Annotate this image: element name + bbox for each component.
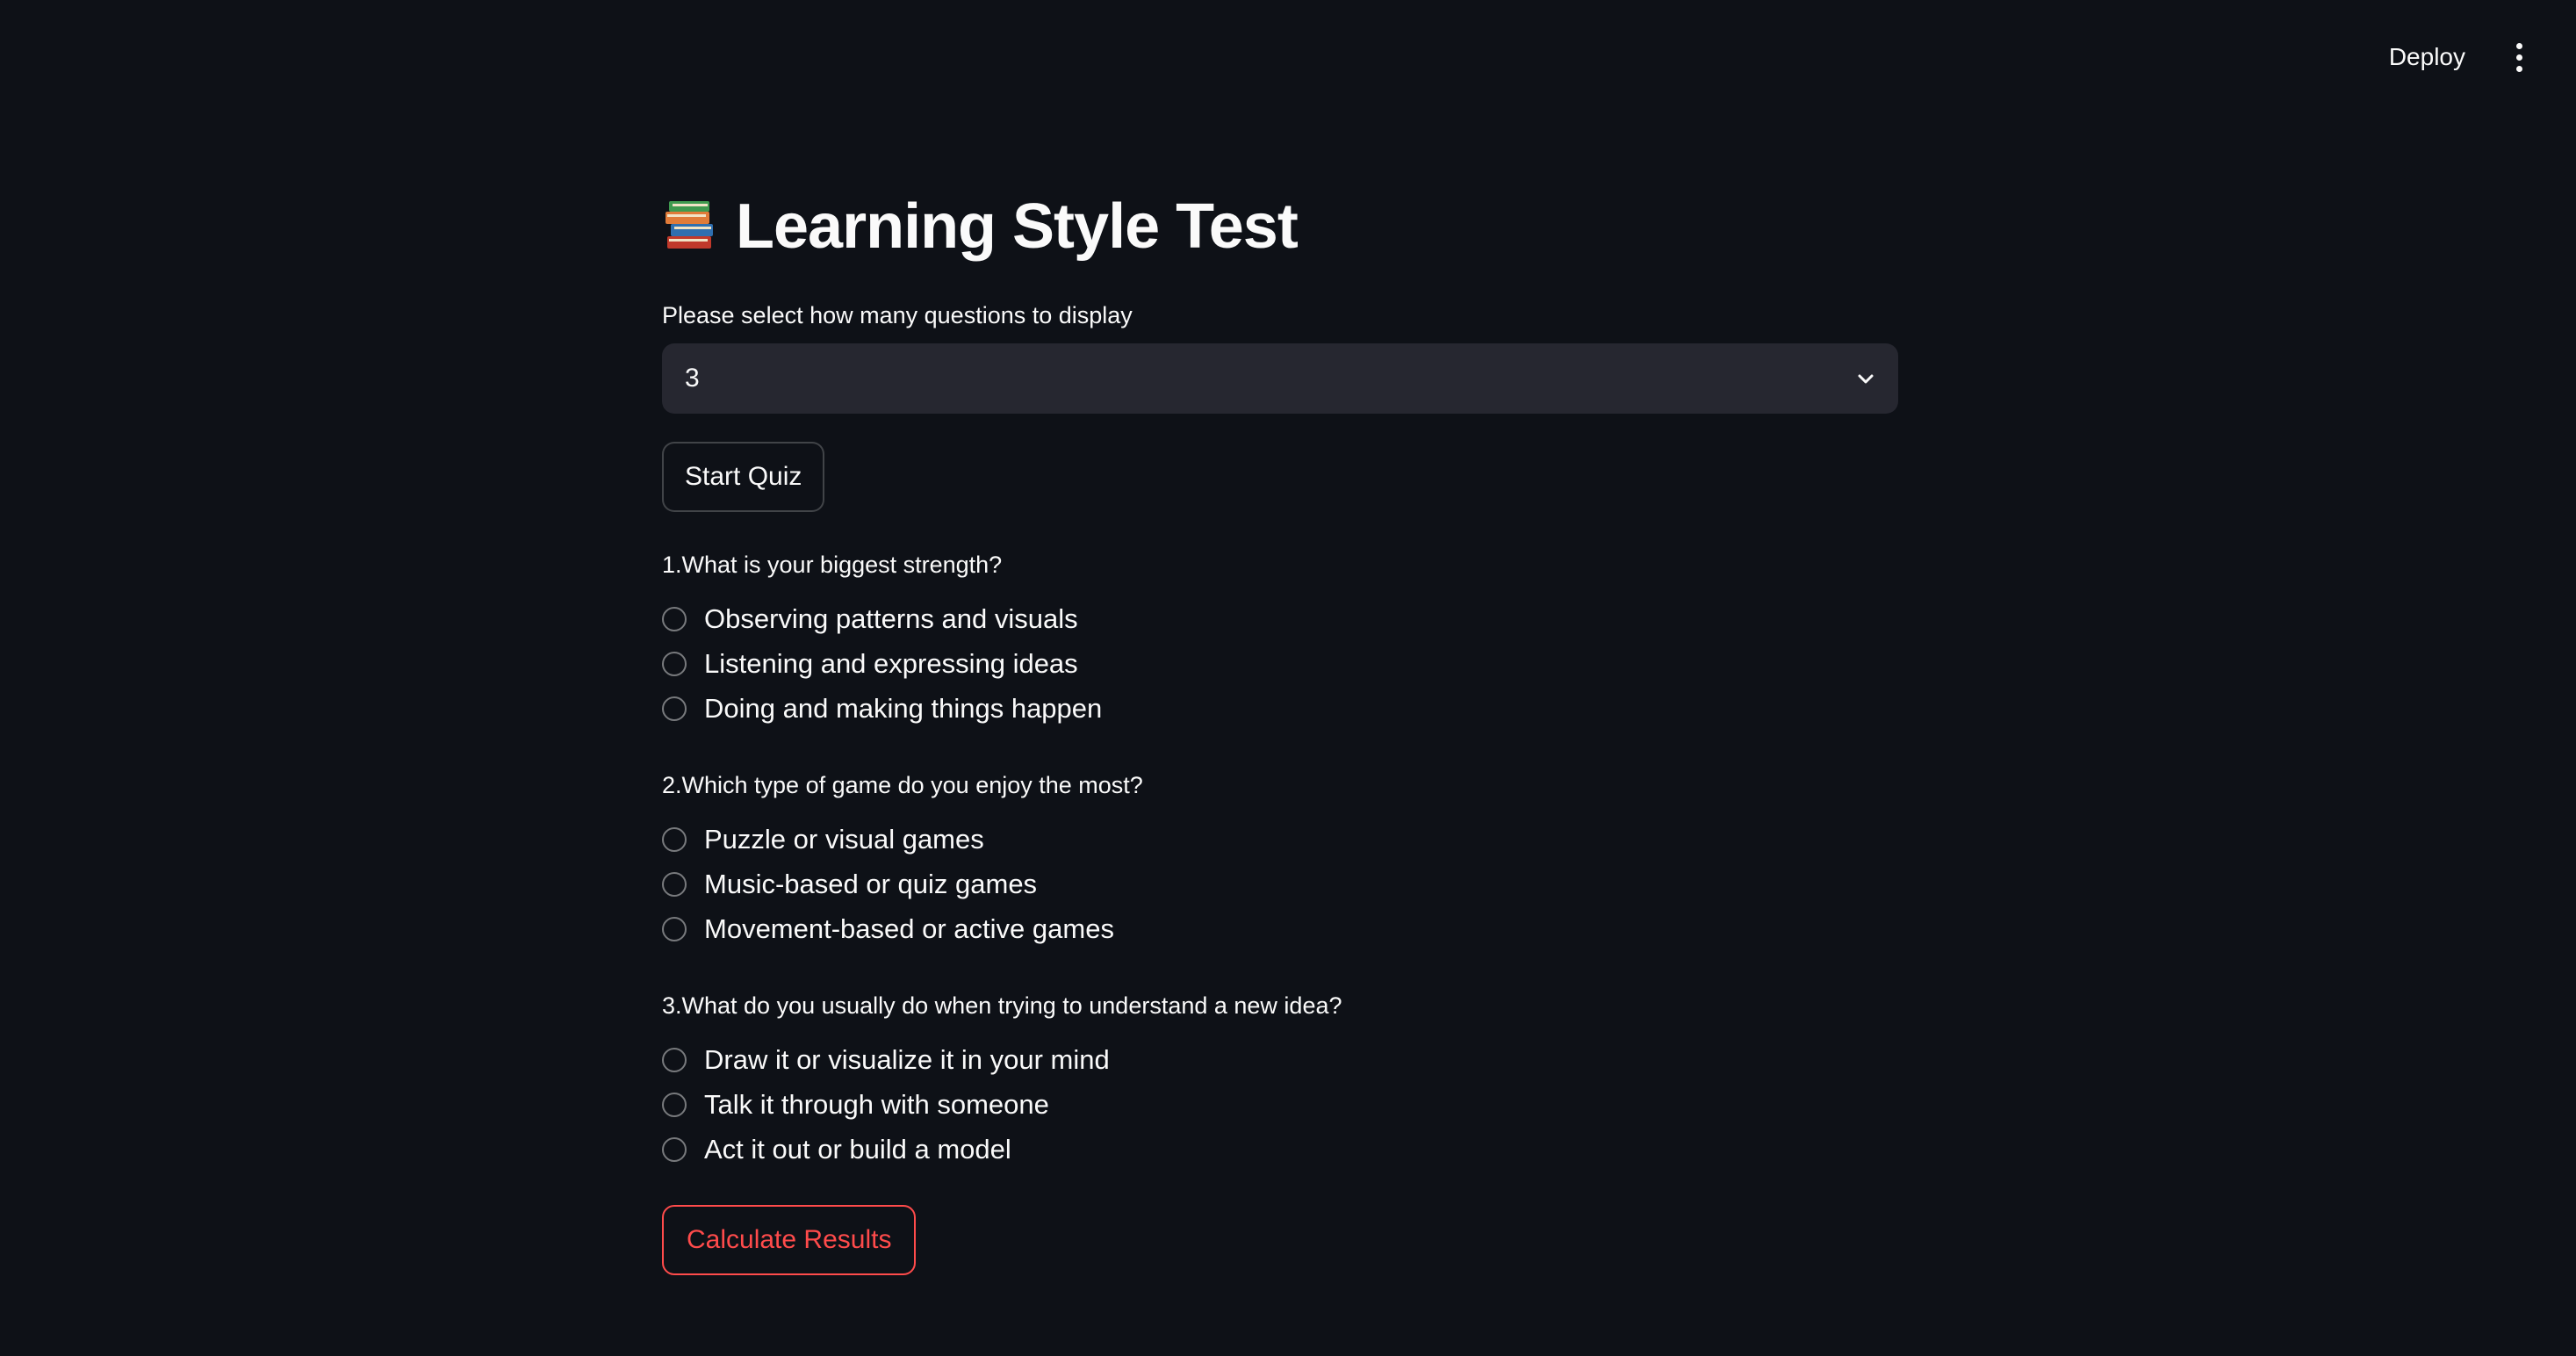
question-label: 1.What is your biggest strength? [662,552,1003,578]
kebab-menu-icon [2515,42,2522,72]
radio-option-label: Act it out or build a model [704,1133,1011,1165]
radio-option-label: Listening and expressing ideas [704,647,1078,679]
radio-option[interactable]: Music-based or quiz games [662,862,1898,906]
radio-option[interactable]: Draw it or visualize it in your mind [662,1037,1898,1082]
radio-group: Draw it or visualize it in your mind Tal… [662,1037,1898,1172]
radio-button[interactable] [662,651,687,676]
calculate-results-button[interactable]: Calculate Results [662,1205,917,1275]
radio-button[interactable] [662,696,687,721]
radio-option-label: Draw it or visualize it in your mind [704,1043,1110,1075]
radio-option-label: Music-based or quiz games [704,868,1038,899]
chevron-down-icon [1858,374,1874,384]
question-label: 2.Which type of game do you enjoy the mo… [662,772,1143,798]
radio-button[interactable] [662,606,687,631]
radio-option[interactable]: Observing patterns and visuals [662,596,1898,641]
top-header: Deploy [0,0,2576,105]
page-title: Learning Style Test [662,184,1898,269]
question-count-label: Please select how many questions to disp… [662,302,1133,328]
radio-option[interactable]: Doing and making things happen [662,686,1898,731]
radio-button[interactable] [662,1136,687,1162]
radio-option[interactable]: Listening and expressing ideas [662,641,1898,686]
main-content: Learning Style Test Please select how ma… [662,184,1898,1275]
radio-option-label: Observing patterns and visuals [704,602,1078,634]
radio-button[interactable] [662,916,687,941]
radio-option[interactable]: Talk it through with someone [662,1082,1898,1127]
deploy-button[interactable]: Deploy [2375,35,2479,79]
radio-option-label: Movement-based or active games [704,912,1114,944]
question-3: 3.What do you usually do when trying to … [662,990,1898,1172]
radio-option-label: Doing and making things happen [704,692,1103,724]
radio-button[interactable] [662,1047,687,1072]
radio-group: Observing patterns and visuals Listening… [662,596,1898,731]
radio-button[interactable] [662,826,687,852]
question-1: 1.What is your biggest strength? Observi… [662,549,1898,731]
radio-button[interactable] [662,871,687,897]
app-root: Deploy Learning Style Test Please select… [0,0,2576,1356]
page-title-text: Learning Style Test [736,191,1299,262]
radio-option-label: Puzzle or visual games [704,823,984,855]
radio-option-label: Talk it through with someone [704,1088,1049,1120]
question-count-value: 3 [685,364,700,393]
radio-button[interactable] [662,1092,687,1117]
radio-group: Puzzle or visual games Music-based or qu… [662,817,1898,951]
question-label: 3.What do you usually do when trying to … [662,992,1342,1019]
radio-option[interactable]: Movement-based or active games [662,906,1898,951]
books-emoji-icon [666,201,713,249]
main-menu-button[interactable] [2497,35,2541,79]
radio-option[interactable]: Puzzle or visual games [662,817,1898,862]
question-2: 2.Which type of game do you enjoy the mo… [662,769,1898,951]
start-quiz-button[interactable]: Start Quiz [662,442,825,512]
radio-option[interactable]: Act it out or build a model [662,1127,1898,1172]
question-count-select[interactable]: 3 [662,343,1898,414]
